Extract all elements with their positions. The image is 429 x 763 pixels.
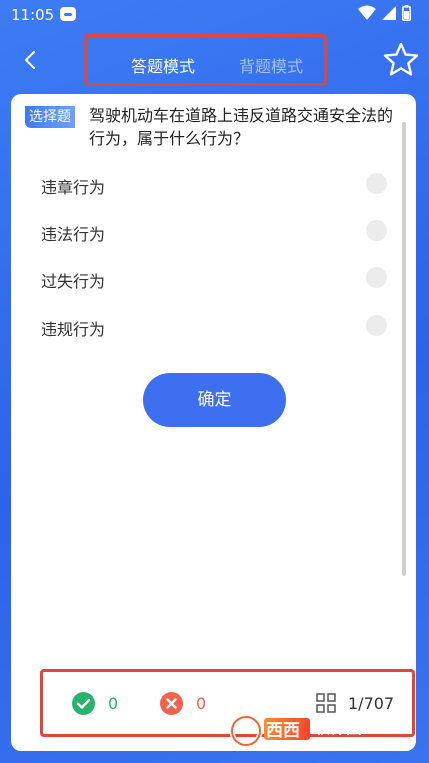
correct-count: 0 (72, 692, 118, 715)
option-label: 违章行为 (41, 178, 106, 197)
favorite-button[interactable] (381, 40, 421, 80)
status-time: 11:05 (11, 6, 55, 24)
wrong-count: 0 (160, 692, 206, 715)
option-label: 过失行为 (41, 272, 106, 291)
question-type-badge: 选择题 (25, 106, 75, 128)
option-radio[interactable] (366, 220, 387, 241)
system-icons (358, 5, 411, 21)
question-text: 驾驶机动车在道路上违反道路交通安全法的行为，属于什么行为？ (89, 106, 394, 148)
wrong-count-value: 0 (196, 694, 207, 713)
question-card: 选择题 驾驶机动车在道路上违反道路交通安全法的行为，属于什么行为？ 违章行为 违… (11, 94, 416, 751)
mode-switch: 答题模式 背题模式 (84, 34, 327, 86)
option-label: 违法行为 (41, 225, 106, 244)
watermark-text: 软件园 (314, 718, 362, 737)
x-circle-icon (160, 692, 183, 715)
check-circle-icon (72, 692, 95, 715)
option-radio[interactable] (366, 173, 387, 194)
chevron-left-icon (25, 51, 35, 69)
correct-count-value: 0 (108, 694, 119, 713)
option-item[interactable]: 违规行为 (11, 306, 406, 346)
question-progress: 1/707 (348, 694, 395, 713)
grid-icon (316, 693, 336, 713)
tab-review-mode[interactable]: 背题模式 (239, 53, 303, 77)
tab-answer-mode[interactable]: 答题模式 (131, 53, 195, 77)
option-label: 违规行为 (41, 320, 106, 339)
confirm-button[interactable]: 确定 (143, 373, 286, 427)
android-icon (60, 7, 76, 21)
option-item[interactable]: 过失行为 (11, 258, 406, 298)
svg-text:西西: 西西 (266, 721, 300, 741)
back-button[interactable] (18, 46, 42, 74)
option-radio[interactable] (366, 267, 387, 288)
app-header: 答题模式 背题模式 (0, 30, 429, 90)
battery-icon (402, 5, 411, 21)
star-outline-icon (383, 42, 419, 76)
option-item[interactable]: 违章行为 (11, 164, 406, 204)
status-bar: 11:05 (0, 0, 429, 30)
svg-text:CR173.COM: CR173.COM (314, 737, 373, 747)
signal-icon (382, 6, 396, 20)
option-item[interactable]: 违法行为 (11, 211, 406, 251)
option-radio[interactable] (366, 315, 387, 336)
watermark-logo: 西西 CR173.COM 软件园 (230, 714, 373, 748)
wifi-icon (358, 5, 376, 20)
